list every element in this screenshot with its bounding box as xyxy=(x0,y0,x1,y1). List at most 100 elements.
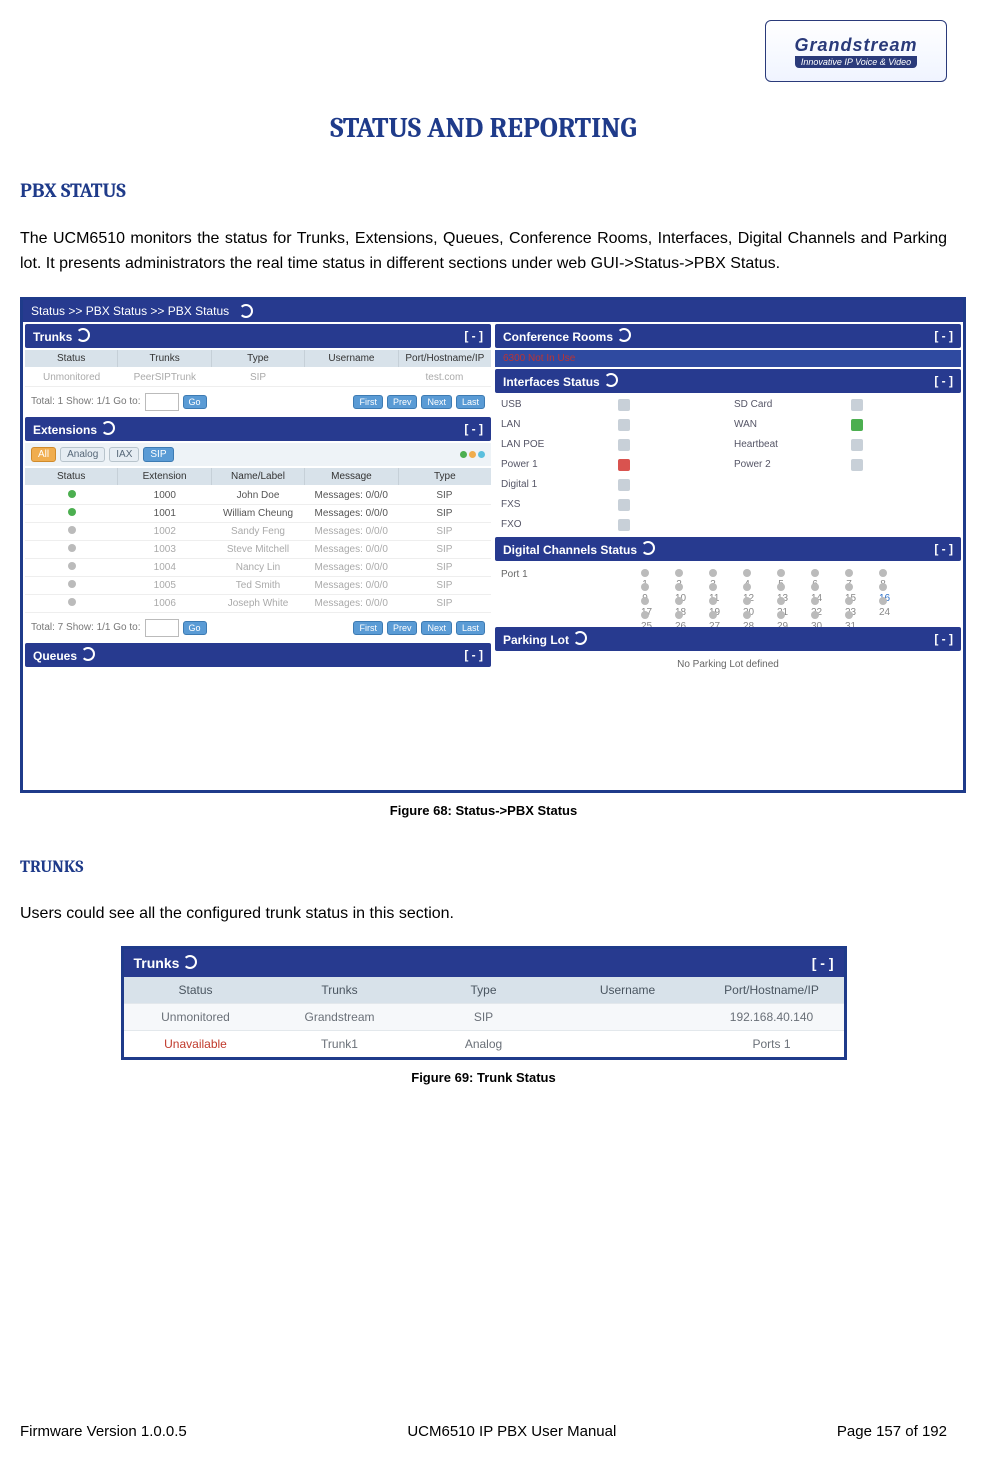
digital-panel-header[interactable]: Digital Channels Status [ - ] xyxy=(495,537,961,561)
go-button[interactable]: Go xyxy=(183,621,207,635)
interface-status-icon xyxy=(612,415,729,435)
prev-button[interactable]: Prev xyxy=(387,621,418,635)
interface-label: SD Card xyxy=(728,395,845,415)
goto-input[interactable] xyxy=(145,393,179,411)
col: Status xyxy=(25,468,118,485)
trunks-panel-header[interactable]: Trunks [ - ] xyxy=(25,324,491,348)
figure-69-screenshot: Trunks [ - ] Status Trunks Type Username… xyxy=(121,946,847,1060)
parking-title: Parking Lot xyxy=(503,633,569,647)
collapse-icon[interactable]: [ - ] xyxy=(934,632,953,646)
refresh-icon[interactable] xyxy=(183,955,197,969)
interface-label: LAN POE xyxy=(495,435,612,455)
interface-label: Heartbeat xyxy=(728,435,845,455)
refresh-icon[interactable] xyxy=(604,373,618,387)
paragraph-trunks: Users could see all the configured trunk… xyxy=(20,902,947,927)
collapse-icon[interactable]: [ - ] xyxy=(812,955,834,971)
collapse-icon[interactable]: [ - ] xyxy=(464,648,483,662)
digital-channel: 3 xyxy=(709,569,717,577)
brand-name: Grandstream xyxy=(794,35,917,56)
cell: SIP xyxy=(398,559,491,577)
cell: SIP xyxy=(398,541,491,559)
status-dot-icon xyxy=(68,508,76,516)
col: Status xyxy=(124,977,268,1003)
digital-title: Digital Channels Status xyxy=(503,543,637,557)
digital-channel: 29 xyxy=(777,611,785,619)
digital-channel: 25 xyxy=(641,611,649,619)
digital-channel: 5 xyxy=(777,569,785,577)
col: Type xyxy=(412,977,556,1003)
queues-title: Queues xyxy=(33,649,77,663)
collapse-icon[interactable]: [ - ] xyxy=(464,422,483,436)
cell: 1005 xyxy=(118,577,211,595)
queues-panel-header[interactable]: Queues [ - ] xyxy=(25,643,491,667)
digital-channel: 4 xyxy=(743,569,751,577)
collapse-icon[interactable]: [ - ] xyxy=(934,542,953,556)
breadcrumb: Status >> PBX Status >> PBX Status xyxy=(23,300,963,322)
paragraph-pbx-status: The UCM6510 monitors the status for Trun… xyxy=(20,227,947,277)
refresh-icon[interactable] xyxy=(76,328,90,342)
digital-channel: 30 xyxy=(811,611,819,619)
interface-status-icon xyxy=(612,475,729,495)
cell: Sandy Feng xyxy=(211,523,304,541)
first-button[interactable]: First xyxy=(353,621,383,635)
queues-empty xyxy=(25,669,491,786)
cell: Messages: 0/0/0 xyxy=(305,559,398,577)
cell xyxy=(25,577,118,595)
interface-status-icon xyxy=(845,495,962,515)
section-trunks: TRUNKS xyxy=(20,858,947,877)
interface-status-icon xyxy=(612,435,729,455)
filter-sip[interactable]: SIP xyxy=(143,447,173,462)
filter-analog[interactable]: Analog xyxy=(60,447,105,462)
next-button[interactable]: Next xyxy=(421,621,452,635)
cell xyxy=(25,541,118,559)
status-dot-icon xyxy=(68,490,76,498)
prev-button[interactable]: Prev xyxy=(387,395,418,409)
interfaces-title: Interfaces Status xyxy=(503,375,600,389)
filter-all[interactable]: All xyxy=(31,447,56,462)
go-button[interactable]: Go xyxy=(183,395,207,409)
cell: Unavailable xyxy=(124,1031,268,1057)
cell: SIP xyxy=(398,523,491,541)
footer-right: Page 157 of 192 xyxy=(837,1423,947,1440)
parking-panel-header[interactable]: Parking Lot [ - ] xyxy=(495,627,961,651)
refresh-icon[interactable] xyxy=(573,631,587,645)
refresh-icon[interactable] xyxy=(81,647,95,661)
last-button[interactable]: Last xyxy=(456,621,485,635)
interface-label: FXS xyxy=(495,495,612,515)
collapse-icon[interactable]: [ - ] xyxy=(934,329,953,343)
cell: PeerSIPTrunk xyxy=(118,369,211,387)
refresh-icon[interactable] xyxy=(239,304,253,318)
cell: Messages: 0/0/0 xyxy=(305,505,398,523)
filter-iax[interactable]: IAX xyxy=(109,447,139,462)
extensions-panel-header[interactable]: Extensions [ - ] xyxy=(25,417,491,441)
goto-input[interactable] xyxy=(145,619,179,637)
cell: Nancy Lin xyxy=(211,559,304,577)
page-title: STATUS AND REPORTING xyxy=(20,112,947,144)
cell: Messages: 0/0/0 xyxy=(305,595,398,613)
digital-channel: 15 xyxy=(845,583,853,591)
conference-panel-header[interactable]: Conference Rooms [ - ] xyxy=(495,324,961,348)
cell: Messages: 0/0/0 xyxy=(305,487,398,505)
refresh-icon[interactable] xyxy=(101,421,115,435)
col: Type xyxy=(399,468,491,485)
col-hostip: Port/Hostname/IP xyxy=(399,350,491,367)
collapse-icon[interactable]: [ - ] xyxy=(464,329,483,343)
first-button[interactable]: First xyxy=(353,395,383,409)
digital-port-label: Port 1 xyxy=(501,569,561,580)
col: Trunks xyxy=(268,977,412,1003)
cell: SIP xyxy=(412,1004,556,1030)
refresh-icon[interactable] xyxy=(641,541,655,555)
extension-row: 1003Steve MitchellMessages: 0/0/0SIP xyxy=(25,541,491,559)
col-status: Status xyxy=(25,350,118,367)
interface-label: LAN xyxy=(495,415,612,435)
cell: Analog xyxy=(412,1031,556,1057)
refresh-icon[interactable] xyxy=(617,328,631,342)
collapse-icon[interactable]: [ - ] xyxy=(934,374,953,388)
trunks2-header[interactable]: Trunks [ - ] xyxy=(124,949,844,977)
last-button[interactable]: Last xyxy=(456,395,485,409)
interface-status-icon xyxy=(845,395,962,415)
interfaces-panel-header[interactable]: Interfaces Status [ - ] xyxy=(495,369,961,393)
digital-channel: 11 xyxy=(709,583,717,591)
pager-text: Total: 7 Show: 1/1 Go to: xyxy=(31,622,141,633)
next-button[interactable]: Next xyxy=(421,395,452,409)
